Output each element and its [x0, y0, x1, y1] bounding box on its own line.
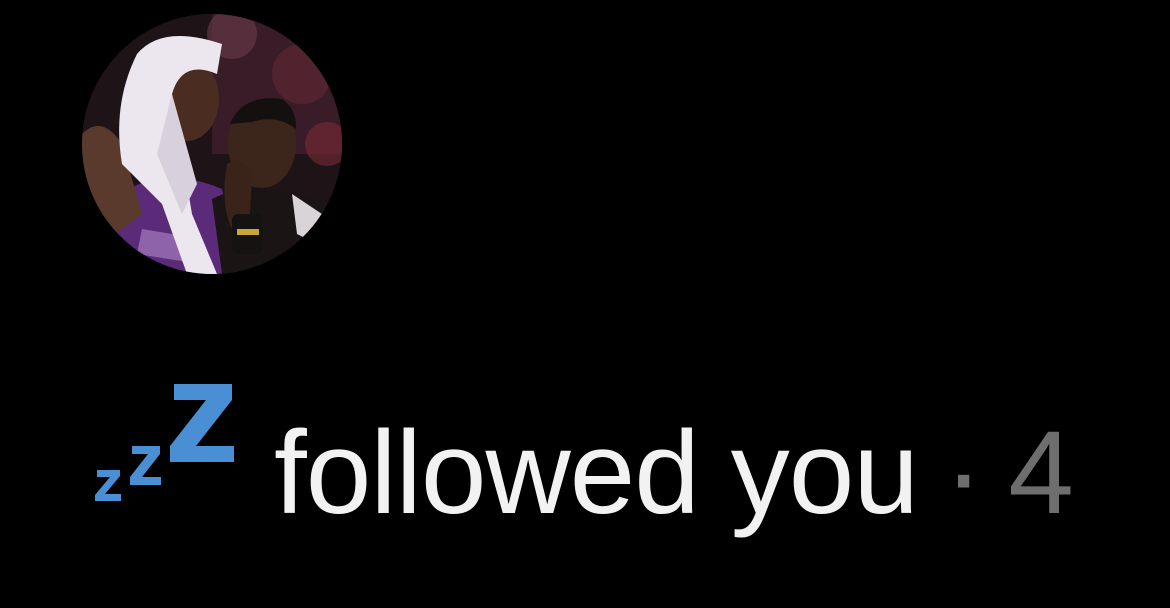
notification-text: followed you · 4	[274, 407, 1074, 538]
meta-separator: ·	[943, 407, 983, 538]
avatar-photo	[82, 14, 342, 274]
notification-message: followed you · 4	[92, 378, 1170, 538]
notification-row[interactable]: followed you · 4	[0, 0, 1170, 608]
action-text: followed you	[274, 407, 919, 538]
zzz-icon	[92, 378, 242, 508]
timestamp: 4	[1008, 407, 1074, 538]
avatar[interactable]	[82, 14, 342, 274]
